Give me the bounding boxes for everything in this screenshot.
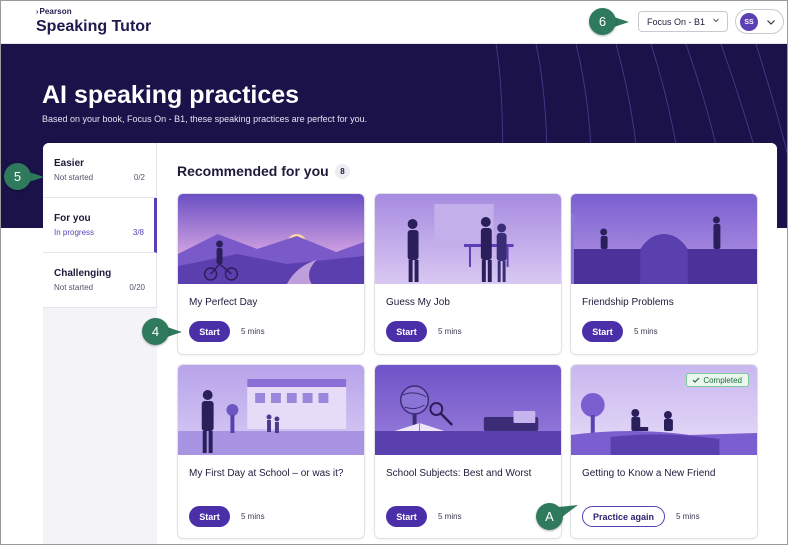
- duration-label: 5 mins: [438, 327, 462, 336]
- level-count: 3/8: [132, 228, 144, 237]
- app-title[interactable]: Speaking Tutor: [36, 18, 151, 36]
- level-tab-easier[interactable]: Easier Not started 0/2: [43, 143, 157, 198]
- duration-label: 5 mins: [241, 327, 265, 336]
- course-select[interactable]: Focus On - B1: [638, 11, 728, 32]
- level-status: In progress: [54, 228, 95, 237]
- duration-label: 5 mins: [634, 327, 658, 336]
- level-tabs: Easier Not started 0/2 For you In progre…: [43, 143, 157, 308]
- level-tab-for-you[interactable]: For you In progress 3/8: [43, 198, 157, 253]
- practice-card[interactable]: My Perfect Day Start 5 mins: [177, 193, 365, 355]
- practice-title: Getting to Know a New Friend: [582, 468, 716, 479]
- callout-number: 6: [589, 8, 616, 35]
- count-badge: 8: [335, 164, 350, 179]
- level-name: Challenging: [54, 268, 112, 279]
- practice-thumbnail: [178, 194, 364, 284]
- top-bar: ›Pearson Speaking Tutor Focus On - B1 SS: [1, 1, 787, 44]
- course-select-value: Focus On - B1: [647, 16, 706, 27]
- level-name: Easier: [54, 158, 85, 169]
- start-button[interactable]: Start: [189, 506, 230, 527]
- practice-card[interactable]: Guess My Job Start 5 mins: [374, 193, 562, 355]
- start-button[interactable]: Start: [189, 321, 230, 342]
- user-menu[interactable]: SS: [735, 9, 784, 34]
- practice-thumbnail: [375, 194, 561, 284]
- callout-number: 4: [142, 318, 169, 345]
- pearson-logo: ›Pearson: [36, 7, 72, 16]
- callout-number: A: [536, 503, 563, 530]
- practice-title: School Subjects: Best and Worst: [386, 468, 532, 479]
- recommended-panel: Recommended for you 8 My Perfect Day Sta…: [157, 143, 777, 544]
- company-name: Pearson: [39, 7, 72, 16]
- page-title: AI speaking practices: [42, 81, 300, 109]
- practice-thumbnail: [375, 365, 561, 455]
- completed-label: Completed: [703, 375, 742, 385]
- callout-6: 6: [589, 8, 629, 35]
- chevron-down-icon: [713, 18, 719, 23]
- level-status: Not started: [54, 173, 94, 182]
- app-window: ›Pearson Speaking Tutor Focus On - B1 SS: [0, 0, 788, 545]
- practice-title: My First Day at School – or was it?: [189, 468, 344, 479]
- callout-5: 5: [4, 163, 44, 190]
- level-count: 0/2: [133, 173, 145, 182]
- section-title: Recommended for you: [177, 163, 329, 179]
- practice-thumbnail: [571, 194, 757, 284]
- practice-title: Guess My Job: [386, 297, 450, 308]
- practice-card[interactable]: My First Day at School – or was it? Star…: [177, 364, 365, 539]
- level-count: 0/20: [129, 283, 145, 292]
- callout-number: 5: [4, 163, 31, 190]
- chevron-down-icon: [767, 20, 775, 25]
- practice-card[interactable]: Completed Getting to Know a New Friend P…: [570, 364, 758, 539]
- duration-label: 5 mins: [241, 512, 265, 521]
- practice-title: Friendship Problems: [582, 297, 674, 308]
- practice-card[interactable]: Friendship Problems Start 5 mins: [570, 193, 758, 355]
- completed-badge: Completed: [686, 373, 749, 387]
- start-button[interactable]: Start: [386, 506, 427, 527]
- level-status: Not started: [54, 283, 94, 292]
- practice-thumbnail: [178, 365, 364, 455]
- start-button[interactable]: Start: [386, 321, 427, 342]
- level-name: For you: [54, 213, 91, 224]
- page-subtitle: Based on your book, Focus On - B1, these…: [42, 114, 368, 124]
- duration-label: 5 mins: [438, 512, 462, 521]
- practice-again-button[interactable]: Practice again: [582, 506, 665, 527]
- start-button[interactable]: Start: [582, 321, 623, 342]
- practice-card[interactable]: School Subjects: Best and Worst Start 5 …: [374, 364, 562, 539]
- callout-4: 4: [142, 318, 182, 345]
- check-icon: [692, 377, 700, 383]
- avatar: SS: [740, 13, 758, 31]
- practice-title: My Perfect Day: [189, 297, 258, 308]
- level-tab-challenging[interactable]: Challenging Not started 0/20: [43, 253, 157, 308]
- duration-label: 5 mins: [676, 512, 700, 521]
- callout-a: A: [536, 503, 578, 530]
